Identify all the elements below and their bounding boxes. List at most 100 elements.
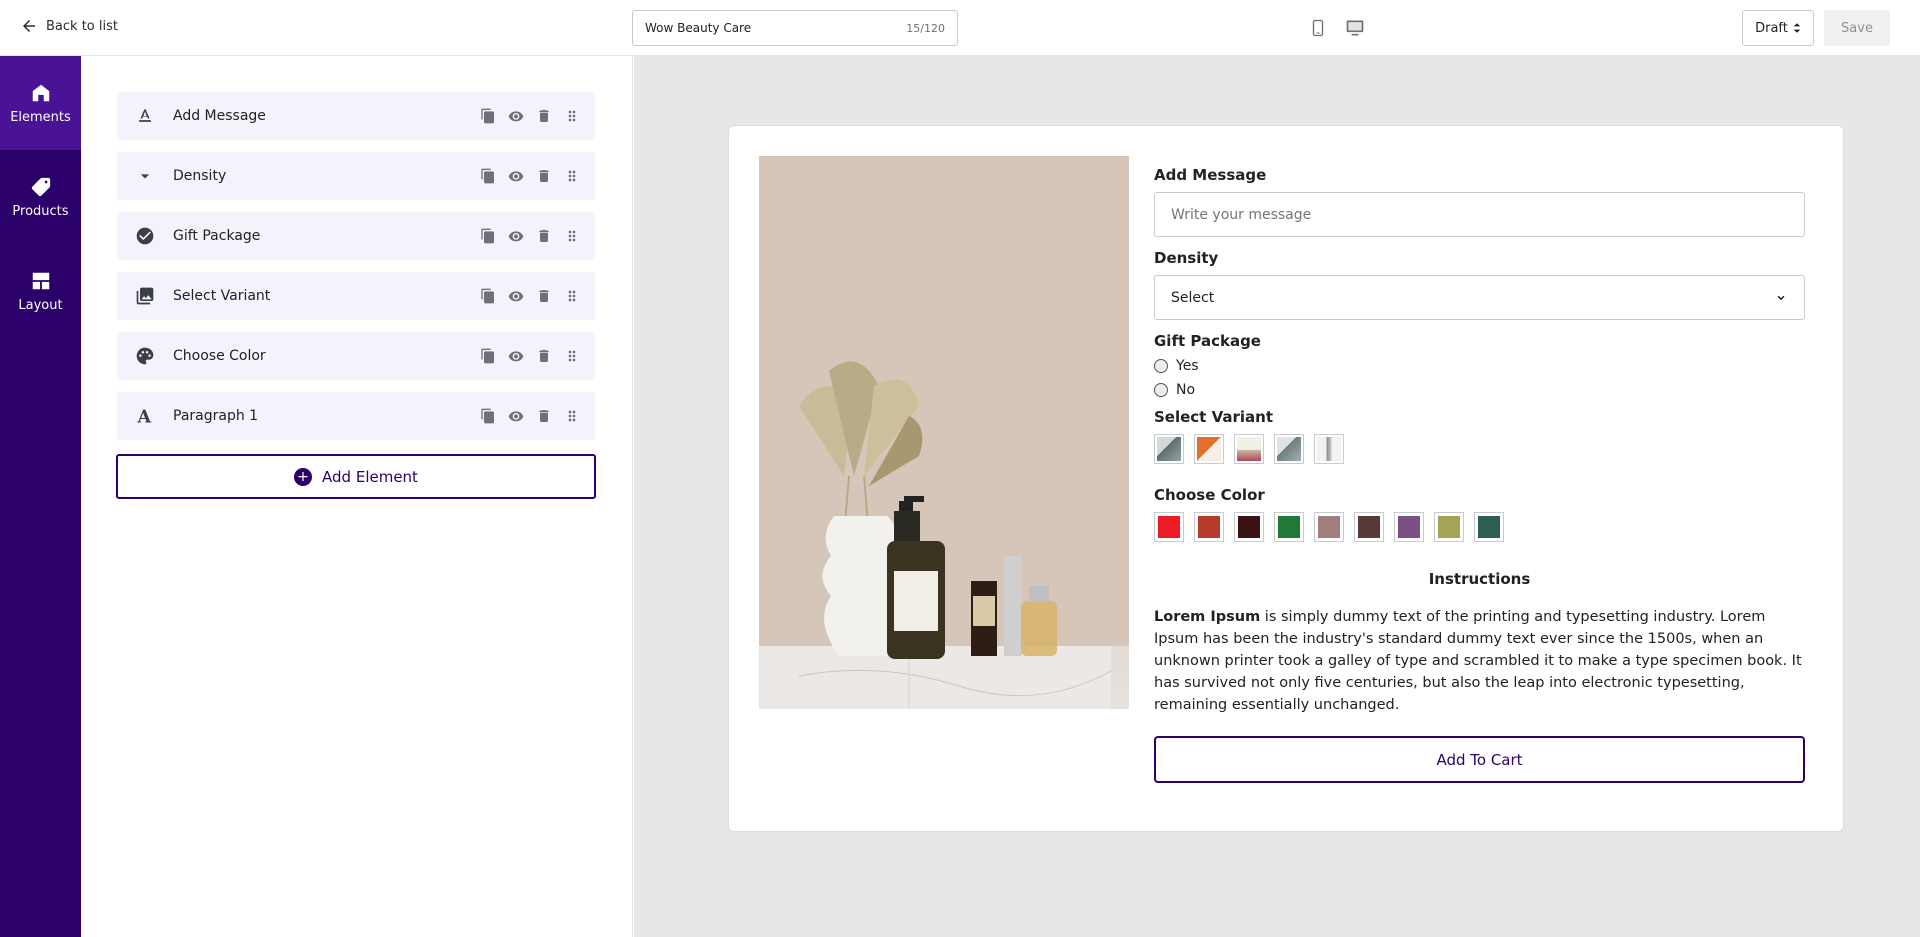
variant-thumb[interactable] [1314, 434, 1344, 464]
element-label: Gift Package [173, 228, 261, 244]
drag-handle-icon[interactable] [563, 227, 581, 245]
svg-text:A: A [137, 408, 152, 426]
color-swatch[interactable] [1194, 512, 1224, 542]
status-select[interactable]: Draft [1742, 10, 1814, 46]
select-arrows-icon [1793, 23, 1801, 33]
element-row-add-message[interactable]: Add Message [117, 92, 595, 140]
radio-button[interactable] [1154, 383, 1168, 397]
duplicate-icon[interactable] [479, 407, 497, 425]
duplicate-icon[interactable] [479, 107, 497, 125]
check-circle-icon [133, 224, 157, 248]
message-input[interactable] [1154, 192, 1805, 237]
instructions-text: Lorem Ipsum is simply dummy text of the … [1154, 606, 1805, 716]
elements-panel: Add Message Density Gift Package Select … [81, 56, 633, 937]
color-swatch[interactable] [1434, 512, 1464, 542]
page-title-field[interactable]: 15/120 [632, 10, 958, 46]
visibility-icon[interactable] [507, 227, 525, 245]
trash-icon[interactable] [535, 227, 553, 245]
variant-thumb[interactable] [1274, 434, 1304, 464]
variant-thumb[interactable] [1154, 434, 1184, 464]
element-row-gift-package[interactable]: Gift Package [117, 212, 595, 260]
save-button[interactable]: Save [1824, 10, 1890, 46]
add-to-cart-button[interactable]: Add To Cart [1154, 736, 1805, 783]
desktop-preview-icon[interactable] [1344, 17, 1366, 39]
element-label: Density [173, 168, 227, 184]
drag-handle-icon[interactable] [563, 407, 581, 425]
back-label: Back to list [46, 18, 118, 34]
text-format-icon [133, 104, 157, 128]
gift-option-no[interactable]: No [1154, 382, 1805, 398]
trash-icon[interactable] [535, 287, 553, 305]
visibility-icon[interactable] [507, 347, 525, 365]
gift-option-yes[interactable]: Yes [1154, 358, 1805, 374]
element-label: Paragraph 1 [173, 408, 259, 424]
duplicate-icon[interactable] [479, 287, 497, 305]
color-swatch[interactable] [1394, 512, 1424, 542]
back-to-list-link[interactable]: Back to list [20, 17, 118, 35]
density-label: Density [1154, 249, 1219, 267]
element-label: Add Message [173, 108, 266, 124]
instructions-bold: Lorem Ipsum [1154, 609, 1261, 625]
color-swatch[interactable] [1354, 512, 1384, 542]
nav-products[interactable]: Products [0, 150, 81, 244]
top-bar: Back to list 15/120 Draft Save [0, 0, 1920, 56]
add-element-label: Add Element [322, 467, 418, 486]
product-form-card: Add Message Density Select Gift Package … [728, 125, 1844, 832]
trash-icon[interactable] [535, 407, 553, 425]
status-value: Draft [1755, 20, 1788, 36]
element-row-select-variant[interactable]: Select Variant [117, 272, 595, 320]
radio-label: No [1176, 382, 1196, 398]
visibility-icon[interactable] [507, 107, 525, 125]
element-row-choose-color[interactable]: Choose Color [117, 332, 595, 380]
element-label: Choose Color [173, 348, 266, 364]
duplicate-icon[interactable] [479, 347, 497, 365]
color-swatch[interactable] [1274, 512, 1304, 542]
nav-layout[interactable]: Layout [0, 244, 81, 338]
element-row-density[interactable]: Density [117, 152, 595, 200]
trash-icon[interactable] [535, 167, 553, 185]
element-label: Select Variant [173, 288, 271, 304]
color-swatch[interactable] [1314, 512, 1344, 542]
drag-handle-icon[interactable] [563, 107, 581, 125]
chevron-down-icon [1777, 295, 1785, 300]
variant-thumbnails [1154, 434, 1805, 464]
color-label: Choose Color [1154, 486, 1265, 504]
gift-label: Gift Package [1154, 332, 1261, 350]
nav-elements-label: Elements [10, 109, 71, 125]
tag-icon [31, 177, 50, 196]
variant-thumb[interactable] [1234, 434, 1264, 464]
instructions-title: Instructions [1428, 570, 1531, 588]
left-nav-rail: Elements Products Layout [0, 56, 81, 937]
color-swatch[interactable] [1474, 512, 1504, 542]
visibility-icon[interactable] [507, 407, 525, 425]
add-element-button[interactable]: + Add Element [116, 454, 596, 499]
product-image [759, 156, 1129, 709]
duplicate-icon[interactable] [479, 227, 497, 245]
product-form: Add Message Density Select Gift Package … [1154, 166, 1805, 783]
duplicate-icon[interactable] [479, 167, 497, 185]
nav-elements[interactable]: Elements [0, 56, 81, 150]
image-collection-icon [133, 284, 157, 308]
nav-layout-label: Layout [18, 297, 63, 313]
page-title-input[interactable] [645, 21, 907, 35]
mobile-preview-icon[interactable] [1307, 17, 1329, 39]
radio-button[interactable] [1154, 359, 1168, 373]
drag-handle-icon[interactable] [563, 347, 581, 365]
trash-icon[interactable] [535, 347, 553, 365]
drag-handle-icon[interactable] [563, 167, 581, 185]
color-swatch[interactable] [1234, 512, 1264, 542]
variant-thumb[interactable] [1194, 434, 1224, 464]
plus-circle-icon: + [294, 467, 313, 486]
nav-products-label: Products [12, 203, 69, 219]
drag-handle-icon[interactable] [563, 287, 581, 305]
variant-label: Select Variant [1154, 408, 1273, 426]
element-row-paragraph[interactable]: A Paragraph 1 [117, 392, 595, 440]
trash-icon[interactable] [535, 107, 553, 125]
layout-icon [32, 272, 49, 289]
visibility-icon[interactable] [507, 287, 525, 305]
palette-icon [133, 344, 157, 368]
visibility-icon[interactable] [507, 167, 525, 185]
density-select[interactable]: Select [1154, 275, 1805, 320]
color-swatch[interactable] [1154, 512, 1184, 542]
density-selected: Select [1171, 289, 1215, 306]
